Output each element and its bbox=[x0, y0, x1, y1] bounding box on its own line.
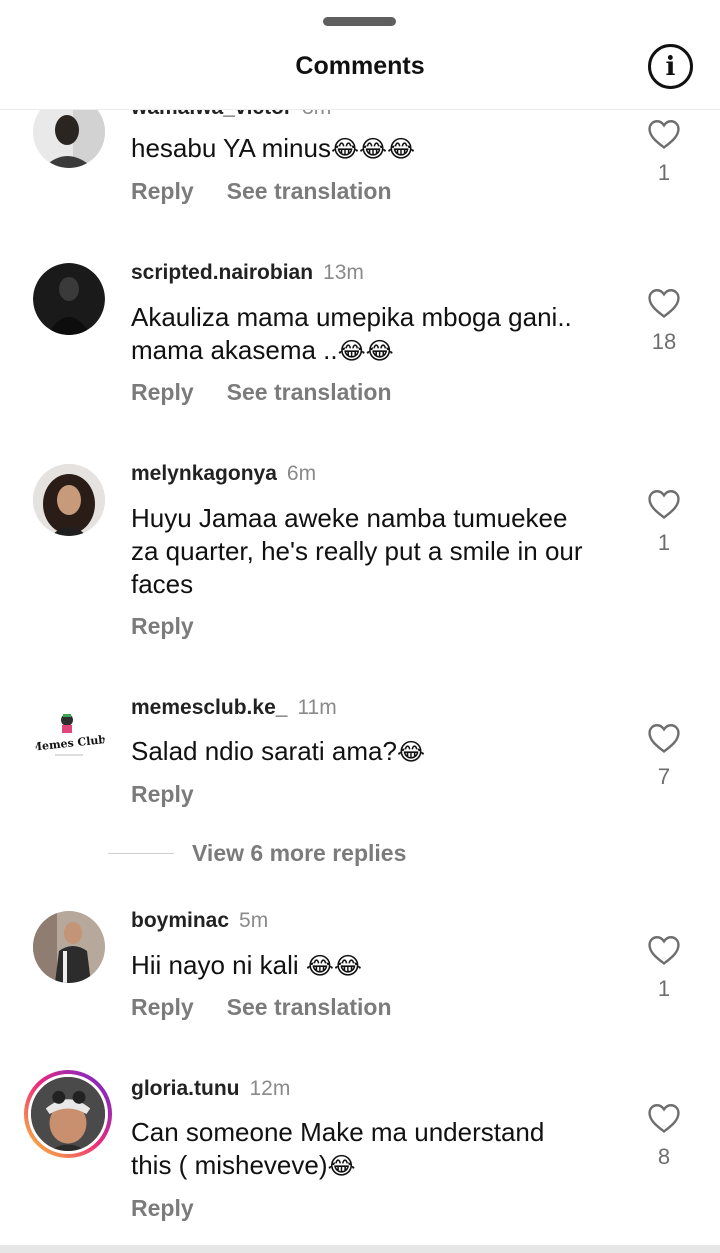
info-circle-icon: i bbox=[665, 51, 676, 82]
comment-actions: Reply See translation bbox=[131, 178, 425, 205]
avatar[interactable]: Memes Club bbox=[33, 698, 105, 770]
comment-actions: Reply See translation bbox=[131, 994, 425, 1021]
comment-text: Salad ndio sarati ama?😂 bbox=[131, 735, 621, 769]
like-count: 7 bbox=[657, 764, 671, 789]
timestamp: 12m bbox=[249, 1077, 291, 1100]
heart-icon bbox=[648, 289, 680, 318]
page-title: Comments bbox=[295, 52, 425, 80]
comments-sheet-header: Comments i bbox=[0, 0, 720, 110]
heart-icon bbox=[648, 936, 680, 965]
like-button[interactable]: 1 bbox=[640, 118, 688, 186]
emoji: 😂 bbox=[396, 738, 425, 766]
emoji: 😂😂 bbox=[305, 952, 362, 980]
timestamp: 11m bbox=[297, 696, 337, 719]
comment-actions: Reply bbox=[131, 613, 227, 640]
emoji: 😂😂 bbox=[337, 337, 394, 365]
comment-text: Huyu Jamaa aweke namba tumuekee za quart… bbox=[131, 502, 621, 601]
view-more-replies-button[interactable]: View 6 more replies bbox=[108, 838, 406, 868]
reply-button[interactable]: Reply bbox=[131, 178, 194, 204]
like-count: 18 bbox=[651, 329, 677, 354]
avatar bbox=[28, 1074, 108, 1154]
username[interactable]: memesclub.ke_ bbox=[131, 696, 287, 719]
avatar-photo bbox=[31, 1077, 105, 1151]
avatar[interactable] bbox=[33, 911, 105, 983]
username[interactable]: melynkagonya bbox=[131, 462, 277, 485]
comments-list: wamaiwa_victor3m hesabu YA minus😂😂😂 Repl… bbox=[0, 0, 720, 1253]
like-button[interactable]: 7 bbox=[640, 722, 688, 790]
like-button[interactable]: 8 bbox=[640, 1102, 688, 1170]
username[interactable]: gloria.tunu bbox=[131, 1077, 240, 1100]
like-button[interactable]: 18 bbox=[640, 287, 688, 355]
reply-button[interactable]: Reply bbox=[131, 1195, 194, 1221]
reply-button[interactable]: Reply bbox=[131, 379, 194, 405]
username[interactable]: boyminac bbox=[131, 909, 229, 932]
timestamp: 13m bbox=[323, 261, 364, 284]
comment-actions: Reply bbox=[131, 1195, 227, 1222]
comment-text: Akauliza mama umepika mboga gani.. mama … bbox=[131, 301, 621, 368]
comment-actions: Reply bbox=[131, 781, 227, 808]
like-button[interactable]: 1 bbox=[640, 934, 688, 1002]
heart-icon bbox=[648, 120, 680, 149]
comment-text: Can someone Make ma understand this ( mi… bbox=[131, 1116, 621, 1183]
comment-text-line: Huyu Jamaa aweke namba tumuekee bbox=[131, 503, 568, 533]
comment-meta: melynkagonya 6m bbox=[131, 462, 316, 486]
view-more-replies-label: View 6 more replies bbox=[192, 839, 407, 866]
comment-text-line: mama akasema .. bbox=[131, 335, 338, 365]
comment-meta: gloria.tunu 12m bbox=[131, 1077, 290, 1101]
comment-text-line: Akauliza mama umepika mboga gani.. bbox=[131, 302, 572, 332]
comment-actions: Reply See translation bbox=[131, 379, 425, 406]
reply-button[interactable]: Reply bbox=[131, 781, 194, 807]
comment-text-line: Salad ndio sarati ama? bbox=[131, 736, 397, 766]
comment-text-line: Hii nayo ni kali bbox=[131, 950, 306, 980]
heart-icon bbox=[648, 1104, 680, 1133]
comment-text-line: faces bbox=[131, 569, 194, 599]
see-translation-button[interactable]: See translation bbox=[227, 379, 392, 405]
avatar-photo bbox=[33, 911, 105, 983]
avatar-story-ring[interactable] bbox=[24, 1070, 112, 1158]
comment-meta: scripted.nairobian 13m bbox=[131, 261, 364, 285]
avatar[interactable] bbox=[33, 263, 105, 335]
comment-meta: memesclub.ke_ 11m bbox=[131, 696, 337, 720]
avatar[interactable] bbox=[33, 464, 105, 536]
like-count: 1 bbox=[657, 530, 671, 555]
emoji: 😂😂😂 bbox=[330, 135, 416, 163]
reply-button[interactable]: Reply bbox=[131, 994, 194, 1020]
bottom-divider bbox=[0, 1245, 720, 1253]
emoji: 😂 bbox=[327, 1152, 356, 1180]
like-button[interactable]: 1 bbox=[640, 488, 688, 556]
like-count: 8 bbox=[657, 1144, 671, 1169]
heart-icon bbox=[648, 724, 680, 753]
reply-button[interactable]: Reply bbox=[131, 613, 194, 639]
comment-text-line: hesabu YA minus bbox=[131, 133, 331, 163]
comment-text: Hii nayo ni kali 😂😂 bbox=[131, 949, 621, 983]
avatar-photo bbox=[33, 263, 105, 335]
username[interactable]: scripted.nairobian bbox=[131, 261, 313, 284]
comment-text-line: Can someone Make ma understand bbox=[131, 1117, 545, 1147]
info-button[interactable]: i bbox=[648, 44, 693, 89]
see-translation-button[interactable]: See translation bbox=[227, 994, 392, 1020]
comment-meta: boyminac 5m bbox=[131, 909, 268, 933]
like-count: 1 bbox=[657, 976, 671, 1001]
see-translation-button[interactable]: See translation bbox=[227, 178, 392, 204]
avatar-photo bbox=[33, 464, 105, 536]
timestamp: 5m bbox=[239, 909, 269, 932]
comment-text: hesabu YA minus😂😂😂 bbox=[131, 132, 621, 166]
comment-text-line: za quarter, he's really put a smile in o… bbox=[131, 536, 583, 566]
heart-icon bbox=[648, 490, 680, 519]
divider bbox=[108, 852, 174, 854]
drag-handle[interactable] bbox=[323, 17, 396, 26]
memes-club-logo-icon: Memes Club bbox=[33, 698, 105, 770]
like-count: 1 bbox=[657, 160, 671, 185]
comment-text-line: this ( misheveve) bbox=[131, 1150, 328, 1180]
timestamp: 6m bbox=[286, 462, 317, 485]
